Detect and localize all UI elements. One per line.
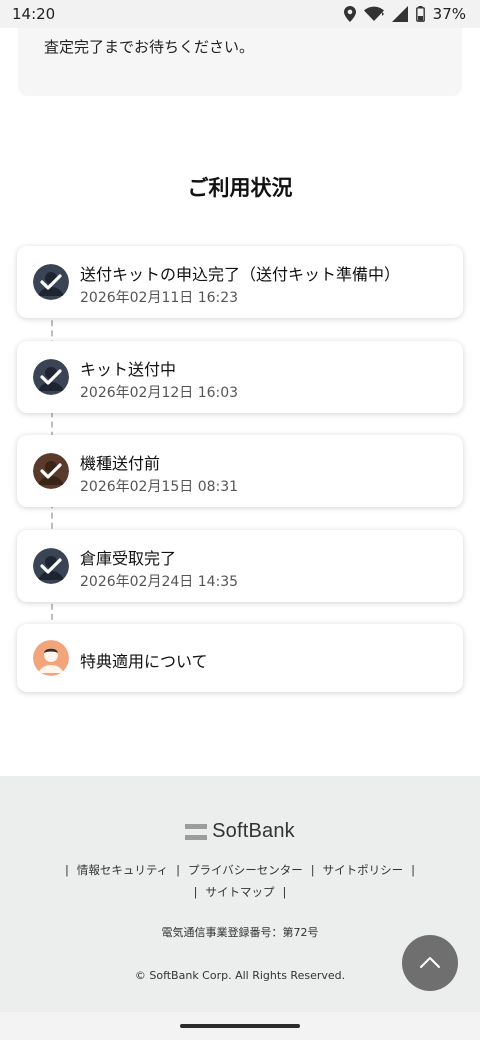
checked-dark-avatar-icon xyxy=(33,548,69,584)
footer-link-site-policy[interactable]: サイトポリシー xyxy=(323,862,404,878)
timeline-card-benefit-application[interactable]: 特典適用について xyxy=(17,624,463,692)
footer: SoftBank | 情報セキュリティ | プライバシーセンター | サイトポリ… xyxy=(0,776,480,1040)
timeline-card-title: 送付キットの申込完了（送付キット準備中） xyxy=(80,265,401,284)
battery-percent: 37% xyxy=(432,5,466,23)
timeline-card-title: 倉庫受取完了 xyxy=(80,549,177,568)
checked-dark-avatar-icon xyxy=(33,359,69,395)
link-separator: | xyxy=(176,863,181,877)
checked-brown-avatar-icon xyxy=(33,453,69,489)
link-separator: | xyxy=(411,863,416,877)
timeline-card-title: 機種送付前 xyxy=(80,454,161,473)
link-separator: | xyxy=(193,885,198,899)
assessment-notice-text: 査定完了までお待ちください。 xyxy=(44,38,255,56)
timeline-card-date: 2026年02月24日 14:35 xyxy=(80,574,239,590)
checked-dark-avatar-icon xyxy=(33,264,69,300)
footer-link-info-security[interactable]: 情報セキュリティ xyxy=(77,862,168,878)
home-gesture-handle[interactable] xyxy=(180,1024,300,1028)
link-separator: | xyxy=(64,863,69,877)
battery-icon xyxy=(415,6,425,22)
signal-icon xyxy=(391,6,408,22)
wifi-icon xyxy=(363,6,384,22)
status-time: 14:20 xyxy=(12,5,56,23)
section-title: ご利用状況 xyxy=(187,176,293,200)
status-icons: 37% xyxy=(343,5,466,23)
scroll-to-top-button[interactable] xyxy=(402,935,458,991)
timeline-card-title: キット送付中 xyxy=(80,360,177,379)
timeline-card-warehouse-received[interactable]: 倉庫受取完了 2026年02月24日 14:35 xyxy=(17,530,463,602)
orange-person-avatar-icon xyxy=(33,640,69,676)
timeline-card-title: 特典適用について xyxy=(80,652,208,671)
footer-links-row-2: | サイトマップ | xyxy=(0,884,480,900)
registration-number: 電気通信事業登録番号：第72号 xyxy=(161,926,319,939)
timeline-card-before-device-shipping[interactable]: 機種送付前 2026年02月15日 08:31 xyxy=(17,435,463,507)
footer-link-privacy-center[interactable]: プライバシーセンター xyxy=(188,862,303,878)
timeline-card-kit-application[interactable]: 送付キットの申込完了（送付キット準備中） 2026年02月11日 16:23 xyxy=(17,246,463,318)
footer-link-sitemap[interactable]: サイトマップ xyxy=(206,884,275,900)
softbank-logo-text: SoftBank xyxy=(212,820,295,842)
chevron-up-icon xyxy=(419,954,441,973)
location-icon xyxy=(343,6,356,22)
timeline-card-date: 2026年02月11日 16:23 xyxy=(80,290,239,306)
footer-links-row-1: | 情報セキュリティ | プライバシーセンター | サイトポリシー | xyxy=(0,862,480,878)
softbank-logo-mark-icon xyxy=(185,823,208,840)
timeline-card-kit-shipping[interactable]: キット送付中 2026年02月12日 16:03 xyxy=(17,341,463,413)
softbank-logo[interactable]: SoftBank xyxy=(0,820,480,843)
link-separator: | xyxy=(310,863,315,877)
status-bar: 14:20 37% xyxy=(0,0,480,28)
link-separator: | xyxy=(282,885,287,899)
timeline-card-date: 2026年02月12日 16:03 xyxy=(80,385,239,401)
timeline-card-date: 2026年02月15日 08:31 xyxy=(80,479,239,495)
